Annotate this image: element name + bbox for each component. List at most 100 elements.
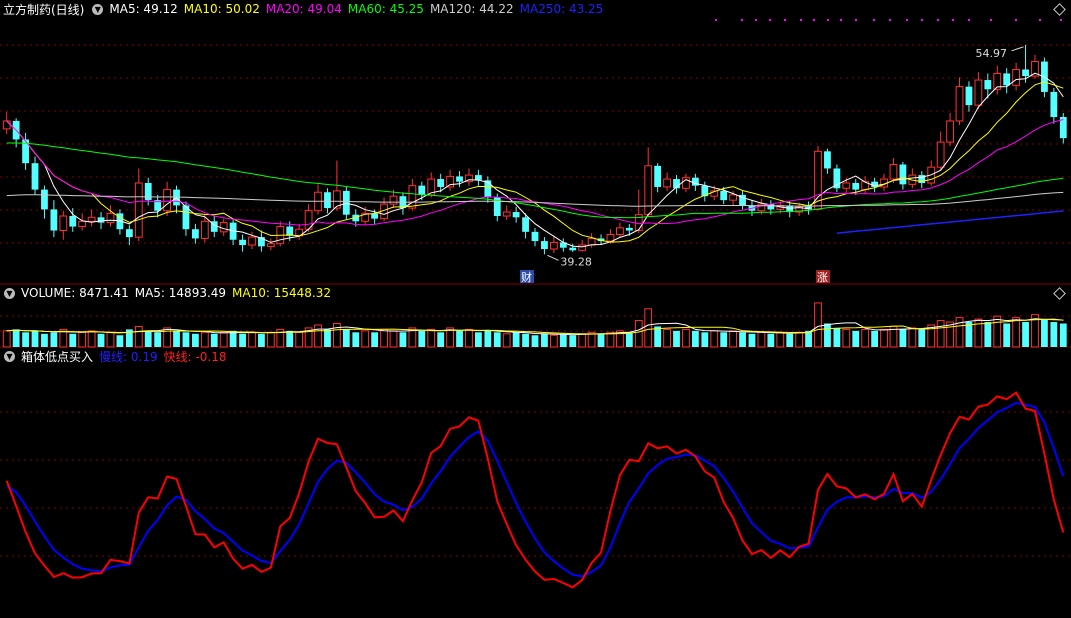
signal-marker — [813, 19, 815, 21]
volume-bar-up — [993, 315, 1002, 348]
volume-bar-up — [219, 331, 228, 348]
signal-marker — [827, 19, 829, 21]
candle-body-up — [200, 220, 209, 239]
volume-bar-up — [465, 328, 473, 348]
ma250-value: MA250: 43.25 — [519, 2, 604, 16]
volume-bar-down — [691, 330, 699, 347]
candle-body-down — [531, 231, 539, 242]
candle-body-down — [720, 190, 728, 201]
volume-bar-up — [549, 334, 558, 348]
indicator-chevron-icon[interactable]: ▼ — [4, 350, 15, 362]
volume-chevron-icon[interactable]: ▼ — [4, 287, 15, 299]
candle-body-up — [974, 79, 983, 106]
ma60-value: MA60: 45.25 — [347, 2, 424, 16]
indicator-header: ▼ 箱体低点买入 慢线: 0.19 快线: -0.18 — [0, 348, 233, 364]
volume-bar-down — [371, 332, 379, 347]
signal-marker — [968, 19, 970, 21]
volume-bar-up — [644, 308, 653, 348]
candle-body-down — [31, 163, 39, 190]
volume-bar-down — [541, 333, 548, 347]
chart-stage[interactable]: 54.97 39.28 财 涨 立方制药(日线) ▼ MA5: 49.12 MA10:… — [0, 0, 1071, 615]
volume-bar-down — [984, 322, 992, 347]
candle-body-up — [549, 241, 558, 250]
volume-bar-down — [852, 330, 860, 347]
candle-body-up — [389, 195, 398, 205]
candle-body-up — [106, 212, 115, 224]
volume-bar-down — [154, 332, 162, 347]
volume-bar-down — [437, 332, 445, 347]
volume-bar-down — [748, 333, 756, 347]
slow-line-value: 慢线: 0.19 — [99, 349, 158, 364]
indicator-name: 箱体低点买入 — [21, 349, 94, 364]
volume-bar-up — [248, 331, 256, 348]
volume-bar-up — [936, 320, 945, 348]
volume-bar-down — [456, 330, 463, 347]
signal-marker — [855, 19, 857, 21]
candle-body-up — [955, 86, 964, 122]
volume-bar-down — [597, 333, 605, 347]
candle-body-down — [512, 212, 520, 218]
volume-bar-up — [380, 328, 388, 348]
signal-marker — [800, 19, 802, 21]
candle-body-down — [239, 239, 246, 246]
settings-chevron-icon[interactable]: ▼ — [92, 3, 104, 15]
candle-body-up — [59, 215, 68, 232]
volume-bar-down — [116, 335, 124, 347]
signal-marker — [715, 19, 717, 21]
signal-marker — [1039, 19, 1041, 21]
candle-body-down — [418, 185, 426, 195]
ma20-value: MA20: 49.04 — [265, 2, 342, 16]
chart-canvas[interactable]: 54.97 39.28 财 涨 — [0, 0, 1071, 615]
candle-body-up — [248, 236, 256, 246]
candle-body-up — [606, 233, 615, 242]
volume-bar-down — [871, 330, 879, 347]
candle-body-down — [654, 165, 662, 187]
volume-bar-up — [842, 328, 851, 348]
volume-bar-down — [918, 329, 926, 347]
candle-body-up — [946, 120, 954, 143]
volume-bar-down — [654, 326, 662, 347]
volume-bar-down — [899, 329, 907, 347]
volume-bar-up — [908, 327, 917, 348]
volume-bar-up — [776, 331, 785, 348]
volume-header: ▼ VOLUME: 8471.41 MA5: 14893.49 MA10: 15… — [0, 285, 337, 301]
volume-bar-up — [795, 331, 804, 348]
slow-line — [6, 401, 1065, 578]
candle-body-down — [1050, 91, 1058, 117]
signal-marker — [937, 19, 939, 21]
volume-bar-down — [786, 333, 794, 347]
volume-bar-down — [531, 335, 539, 347]
volume-bar-up — [361, 330, 370, 348]
candle-body-up — [644, 165, 653, 216]
candle-body-down — [50, 209, 58, 231]
candle-body-down — [191, 229, 199, 239]
volume-bar-up — [729, 330, 738, 348]
volume-bar-down — [41, 333, 48, 347]
ma120-value: MA120: 44.22 — [429, 2, 514, 16]
candle-body-up — [842, 182, 851, 189]
volume-bar-up — [682, 328, 690, 348]
signal-marker — [840, 19, 842, 21]
candle-body-down — [125, 229, 133, 238]
volume-bar-down — [1003, 323, 1011, 347]
candle-body-up — [1012, 68, 1021, 86]
volume-bar-down — [965, 322, 973, 347]
volume-bar-down — [12, 329, 20, 347]
candle-body-down — [541, 241, 548, 249]
low-price-label: 39.28 — [560, 255, 592, 268]
candle-body-down — [984, 80, 992, 90]
high-price-label: 54.97 — [976, 47, 1008, 60]
volume-bar-down — [324, 329, 331, 347]
candle-body-up — [266, 243, 275, 247]
volume-bar-down — [31, 330, 39, 347]
volume-bar-up — [78, 331, 87, 348]
candle-body-down — [484, 180, 492, 198]
signal-marker — [784, 19, 786, 21]
volume-bar-down — [97, 333, 105, 347]
candle-body-down — [824, 151, 831, 169]
volume-bar-down — [475, 332, 482, 347]
candle-body-up — [219, 222, 228, 233]
volume-bar-up — [502, 333, 511, 348]
volume-bar-up — [1012, 317, 1021, 348]
candle-body-down — [1022, 69, 1029, 77]
